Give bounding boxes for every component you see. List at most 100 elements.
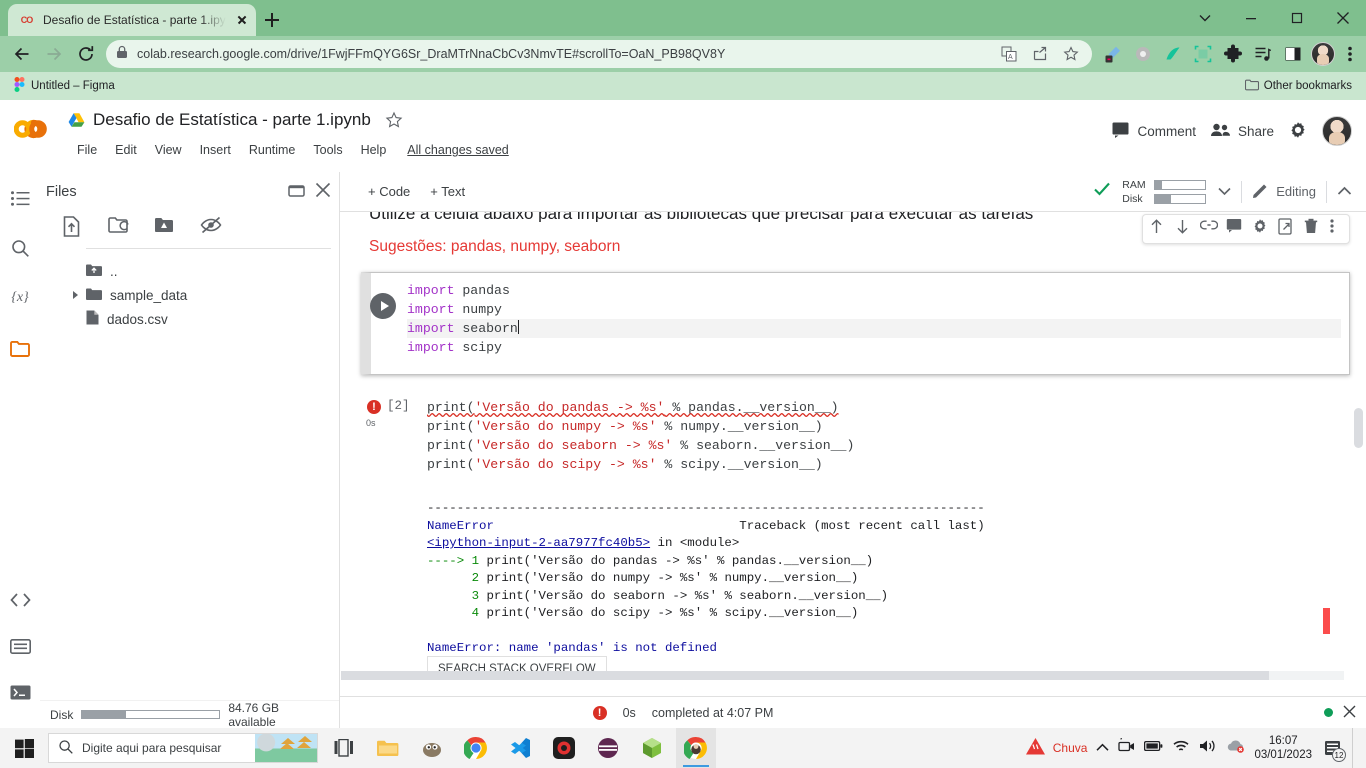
puzzle-icon[interactable] <box>1218 39 1248 69</box>
weather-widget[interactable]: Chuva <box>1025 737 1087 759</box>
upload-icon[interactable] <box>62 216 86 240</box>
mount-drive-icon[interactable] <box>154 216 178 240</box>
gimp-icon[interactable] <box>412 728 452 768</box>
clock[interactable]: 16:07 03/01/2023 <box>1254 734 1312 762</box>
camera-icon[interactable] <box>1118 735 1135 758</box>
open-in-tab-icon[interactable] <box>1278 218 1300 240</box>
sidebar-item-variables[interactable]: {x} <box>6 284 34 312</box>
share-icon[interactable] <box>1029 43 1051 65</box>
add-code-cell-button[interactable]: + Code <box>358 180 420 203</box>
menu-insert[interactable]: Insert <box>191 140 240 160</box>
open-in-new-icon[interactable] <box>288 182 305 202</box>
menu-view[interactable]: View <box>146 140 191 160</box>
reload-icon[interactable] <box>70 38 102 70</box>
colab-logo[interactable] <box>13 116 56 142</box>
back-arrow-icon[interactable] <box>6 38 38 70</box>
notifications-icon[interactable]: 12 <box>1321 736 1346 762</box>
horizontal-scrollbar[interactable] <box>341 671 1344 680</box>
code-editor-2[interactable]: print('Versão do pandas -> %s' % pandas.… <box>427 398 1350 474</box>
comment-icon[interactable] <box>1226 218 1248 240</box>
chrome-window-taskbar-button[interactable] <box>676 728 716 768</box>
link-icon[interactable] <box>1199 218 1222 240</box>
more-vert-icon[interactable] <box>1330 218 1344 240</box>
resource-meters[interactable]: RAM Disk <box>1122 178 1207 205</box>
add-text-cell-button[interactable]: + Text <box>420 180 475 203</box>
forward-arrow-icon[interactable] <box>38 38 70 70</box>
menu-help[interactable]: Help <box>352 140 396 160</box>
move-down-icon[interactable] <box>1174 218 1196 240</box>
translate-icon[interactable]: A <box>998 43 1020 65</box>
window-close-icon[interactable] <box>1320 0 1366 36</box>
star-outline-icon[interactable] <box>385 111 403 129</box>
sidebar-item-files[interactable] <box>6 334 34 362</box>
onedrive-error-icon[interactable] <box>1226 738 1245 758</box>
tab-search-button[interactable] <box>1182 0 1228 36</box>
address-bar[interactable]: colab.research.google.com/drive/1FwjFFmQ… <box>106 40 1092 68</box>
vscode-icon[interactable] <box>500 728 540 768</box>
minimize-icon[interactable] <box>1228 0 1274 36</box>
share-button[interactable]: Share <box>1210 122 1274 141</box>
sidebar-item-terminal[interactable] <box>6 678 34 706</box>
eyedropper-icon[interactable] <box>1098 39 1128 69</box>
menu-file[interactable]: File <box>68 140 106 160</box>
bookmark-star-icon[interactable] <box>1060 43 1082 65</box>
chevron-down-icon[interactable] <box>1218 183 1231 201</box>
task-view-icon[interactable] <box>324 728 364 768</box>
save-status[interactable]: All changes saved <box>407 143 508 157</box>
new-tab-button[interactable] <box>258 6 286 34</box>
file-explorer-icon[interactable] <box>368 728 408 768</box>
menu-runtime[interactable]: Runtime <box>240 140 305 160</box>
list-item[interactable]: .. <box>40 259 339 283</box>
wifi-icon[interactable] <box>1172 739 1190 758</box>
ram-label: RAM <box>1122 178 1146 191</box>
close-icon[interactable] <box>234 12 250 28</box>
obs-studio-icon[interactable] <box>544 728 584 768</box>
page-title[interactable]: Desafio de Estatística - parte 1.ipynb <box>93 110 371 130</box>
close-icon[interactable] <box>315 182 331 203</box>
avatar[interactable] <box>1322 116 1352 146</box>
menu-edit[interactable]: Edit <box>106 140 146 160</box>
screenshot-icon[interactable] <box>1188 39 1218 69</box>
delete-icon[interactable] <box>1304 218 1326 240</box>
other-bookmarks-label[interactable]: Other bookmarks <box>1264 80 1352 92</box>
chevron-right-icon[interactable] <box>73 291 78 299</box>
bookmark-item-figma[interactable]: Untitled – Figma <box>8 75 121 97</box>
gear-extension-icon[interactable] <box>1128 39 1158 69</box>
search-input[interactable]: Digite aqui para pesquisar <box>48 733 318 763</box>
move-up-icon[interactable] <box>1148 218 1170 240</box>
settings-button[interactable] <box>1288 120 1308 143</box>
refresh-folder-icon[interactable] <box>108 216 132 240</box>
vertical-scrollbar[interactable] <box>1353 212 1364 678</box>
menu-tools[interactable]: Tools <box>304 140 351 160</box>
editing-mode-button[interactable]: Editing <box>1252 182 1316 202</box>
ubuntu-icon[interactable] <box>588 728 628 768</box>
list-item[interactable]: sample_data <box>40 283 339 307</box>
battery-icon[interactable] <box>1144 739 1163 757</box>
grammarly-icon[interactable] <box>1158 39 1188 69</box>
browser-tab[interactable]: CO Desafio de Estatística - parte 1.ipyn… <box>8 4 256 36</box>
close-icon[interactable] <box>1343 705 1356 721</box>
sidebar-item-toc[interactable] <box>6 184 34 212</box>
three-dot-menu-icon[interactable] <box>1338 39 1362 69</box>
sidepanel-icon[interactable] <box>1278 39 1308 69</box>
music-playlist-icon[interactable] <box>1248 39 1278 69</box>
virtualbox-icon[interactable] <box>632 728 672 768</box>
sidebar-item-command-palette[interactable] <box>6 632 34 660</box>
tray-overflow-icon[interactable] <box>1096 739 1109 757</box>
windows-start-icon[interactable] <box>0 728 48 768</box>
list-item[interactable]: dados.csv <box>40 307 339 331</box>
code-editor[interactable]: import pandas import numpy import seabor… <box>407 281 1341 370</box>
chevron-up-icon[interactable] <box>1337 183 1352 201</box>
sidebar-item-search[interactable] <box>6 234 34 262</box>
run-icon[interactable] <box>370 293 396 319</box>
profile-avatar[interactable] <box>1308 39 1338 69</box>
maximize-icon[interactable] <box>1274 0 1320 36</box>
code-cell-active[interactable]: import pandas import numpy import seabor… <box>361 272 1350 375</box>
volume-icon[interactable] <box>1199 739 1217 758</box>
show-desktop-button[interactable] <box>1352 728 1358 768</box>
hide-hidden-icon[interactable] <box>200 216 224 240</box>
comment-button[interactable]: Comment <box>1111 120 1196 142</box>
sidebar-item-code-snippets[interactable] <box>6 586 34 614</box>
chrome-icon[interactable] <box>456 728 496 768</box>
gear-icon[interactable] <box>1252 218 1274 240</box>
